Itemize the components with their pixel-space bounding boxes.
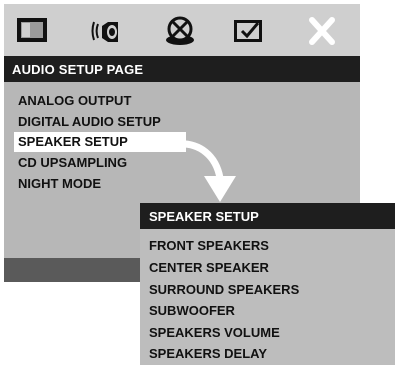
submenu-item-center-speaker[interactable]: CENTER SPEAKER [149,260,269,275]
submenu-item-speakers-volume[interactable]: SPEAKERS VOLUME [149,325,280,340]
submenu-item-front-speakers[interactable]: FRONT SPEAKERS [149,238,269,253]
setup-icon-bar [4,4,360,56]
exit-icon[interactable] [304,14,340,48]
menu-item-analog-output[interactable]: ANALOG OUTPUT [14,91,194,111]
dolby-setup-icon[interactable] [162,14,198,48]
speaker-setup-submenu: SPEAKER SETUP FRONT SPEAKERS CENTER SPEA… [140,203,395,365]
page-title: AUDIO SETUP PAGE [12,62,144,77]
menu-item-night-mode[interactable]: NIGHT MODE [14,174,194,194]
menu-item-digital-audio-setup[interactable]: DIGITAL AUDIO SETUP [14,112,194,132]
preference-setup-icon[interactable] [230,14,266,48]
audio-setup-icon[interactable] [88,14,124,48]
menu-item-cd-upsampling[interactable]: CD UPSAMPLING [14,153,194,173]
submenu-title: SPEAKER SETUP [149,209,259,224]
submenu-item-surround-speakers[interactable]: SURROUND SPEAKERS [149,282,299,297]
submenu-title-bar: SPEAKER SETUP [140,203,395,229]
submenu-item-subwoofer[interactable]: SUBWOOFER [149,303,235,318]
menu-item-speaker-setup[interactable]: SPEAKER SETUP [14,132,186,152]
submenu-arrow-icon [175,140,236,202]
general-setup-icon[interactable] [14,14,50,48]
page-title-bar: AUDIO SETUP PAGE [4,56,360,82]
submenu-item-speakers-delay[interactable]: SPEAKERS DELAY [149,346,267,361]
